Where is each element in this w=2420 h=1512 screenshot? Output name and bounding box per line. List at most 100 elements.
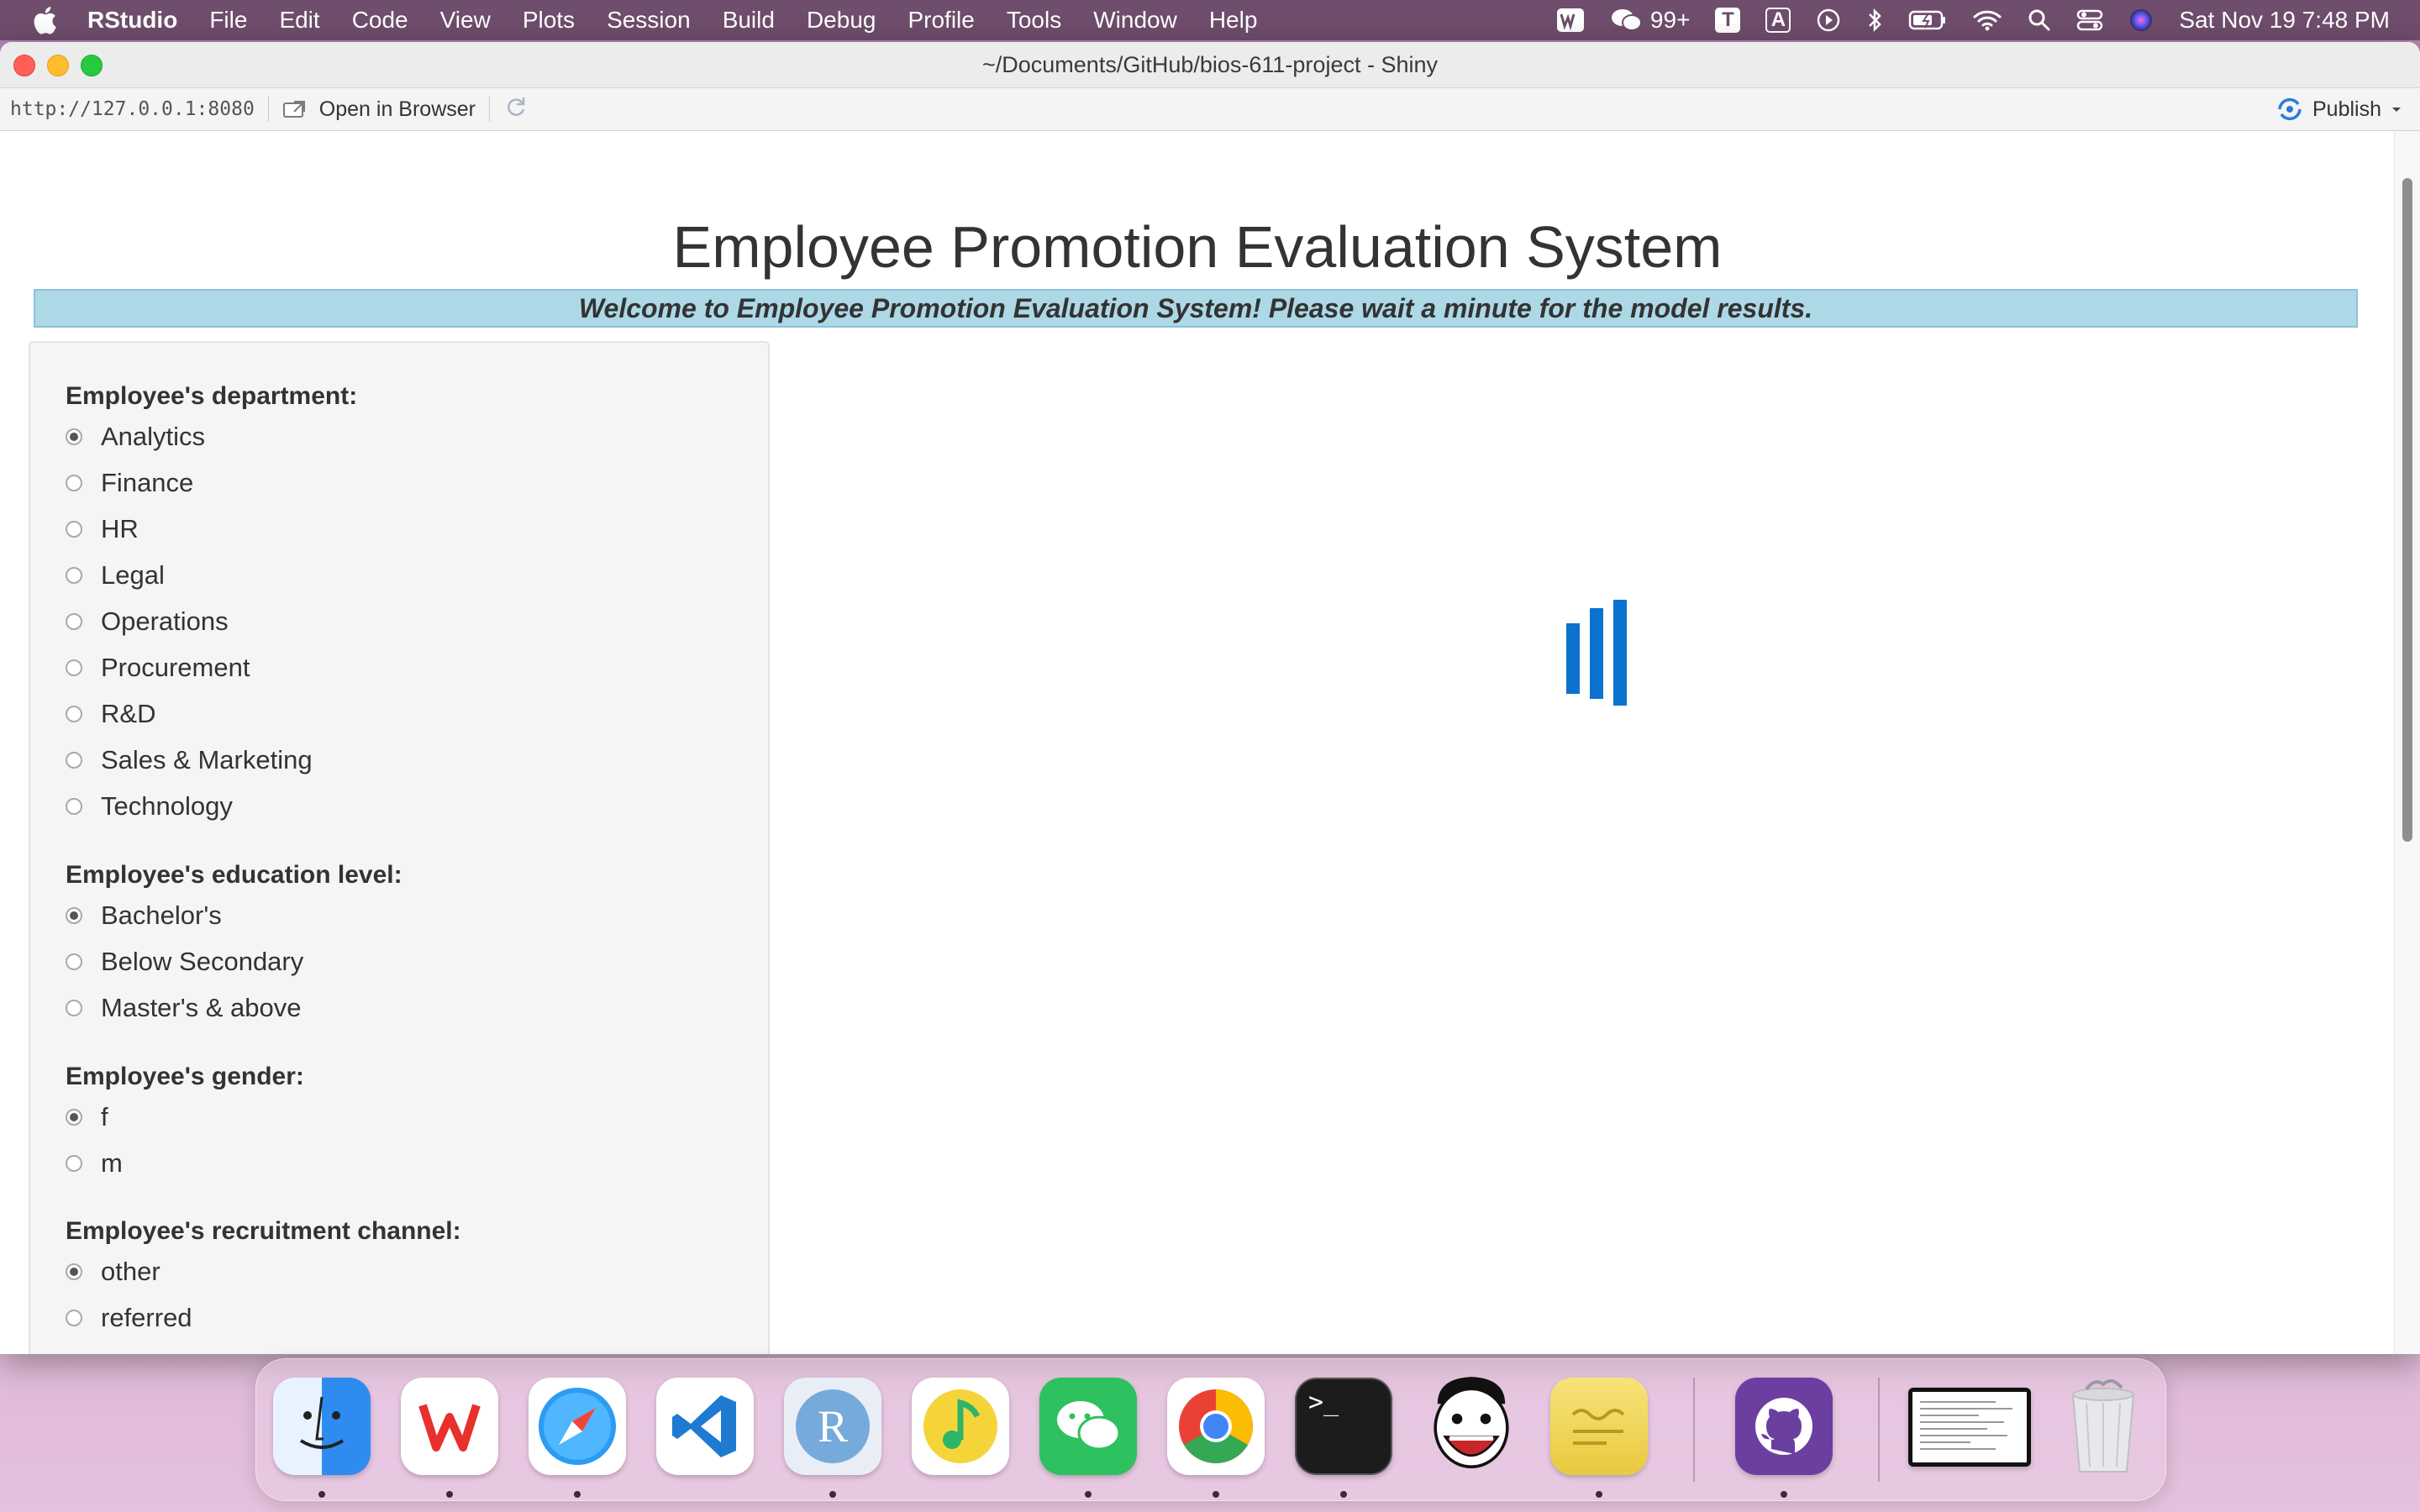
radio-button[interactable] xyxy=(66,751,82,769)
menu-app-name[interactable]: RStudio xyxy=(87,7,177,34)
spinner-bar xyxy=(1613,600,1627,706)
wechat-tray[interactable]: 99+ xyxy=(1610,7,1690,34)
publish-button[interactable]: Publish xyxy=(2275,88,2403,130)
github-desktop-icon[interactable] xyxy=(1735,1378,1833,1475)
radio-button[interactable] xyxy=(66,1108,82,1126)
window-title: ~/Documents/GitHub/bios-611-project - Sh… xyxy=(982,51,1438,77)
qq-music-icon[interactable] xyxy=(912,1378,1009,1475)
radio-button[interactable] xyxy=(66,428,82,445)
close-button[interactable] xyxy=(13,55,35,76)
open-in-browser-label: Open in Browser xyxy=(318,97,476,121)
wifi-icon[interactable] xyxy=(1972,8,2002,32)
radio-option-sourcing[interactable]: sourcing xyxy=(66,1341,461,1355)
safari-icon[interactable] xyxy=(529,1378,626,1475)
radio-button[interactable] xyxy=(66,659,82,676)
radio-option-below-secondary[interactable]: Below Secondary xyxy=(66,938,402,984)
siri-icon[interactable] xyxy=(2128,8,2154,33)
vscode-icon[interactable] xyxy=(656,1378,754,1475)
radio-option-f[interactable]: f xyxy=(66,1094,304,1140)
radio-label: Procurement xyxy=(101,652,250,682)
radio-option-other[interactable]: other xyxy=(66,1248,461,1294)
radio-button[interactable] xyxy=(66,1263,82,1280)
battery-icon[interactable] xyxy=(1908,9,1947,31)
department-radio-group: Employee's department: Analytics Finance… xyxy=(66,380,357,829)
viewer-toolbar: http://127.0.0.1:8080 Open in Browser Pu… xyxy=(0,88,2420,131)
input-source-icon[interactable]: A xyxy=(1765,8,1791,33)
cartoon-face-app-icon[interactable] xyxy=(1423,1377,1520,1475)
menu-tools[interactable]: Tools xyxy=(1007,7,1061,34)
gender-radio-group: Employee's gender: f m xyxy=(66,1060,304,1186)
radio-option-m[interactable]: m xyxy=(66,1140,304,1186)
vertical-scrollbar[interactable] xyxy=(2394,131,2420,1354)
search-icon[interactable] xyxy=(2028,8,2051,32)
menu-window[interactable]: Window xyxy=(1093,7,1177,34)
radio-option-technology[interactable]: Technology xyxy=(66,783,357,829)
radio-label: Bachelor's xyxy=(101,900,222,930)
menu-build[interactable]: Build xyxy=(723,7,775,34)
radio-button[interactable] xyxy=(66,520,82,538)
radio-option-bachelors[interactable]: Bachelor's xyxy=(66,892,402,938)
control-center-icon[interactable] xyxy=(2076,8,2103,32)
wps-office-icon[interactable] xyxy=(401,1378,498,1475)
menu-plots[interactable]: Plots xyxy=(523,7,575,34)
menu-file[interactable]: File xyxy=(209,7,247,34)
bluetooth-icon[interactable] xyxy=(1866,8,1883,33)
radio-button[interactable] xyxy=(66,999,82,1016)
radio-option-legal[interactable]: Legal xyxy=(66,552,357,598)
radio-button[interactable] xyxy=(66,1154,82,1172)
play-circle-icon[interactable] xyxy=(1816,8,1841,33)
chevron-down-icon[interactable] xyxy=(2390,104,2403,114)
text-tray-icon[interactable]: T xyxy=(1715,8,1741,33)
stickies-icon[interactable] xyxy=(1550,1378,1648,1475)
menu-session[interactable]: Session xyxy=(607,7,691,34)
running-indicator xyxy=(1085,1491,1092,1498)
menu-code[interactable]: Code xyxy=(352,7,408,34)
dock-divider xyxy=(1693,1378,1695,1482)
loading-spinner xyxy=(1566,600,1627,706)
minimize-button[interactable] xyxy=(47,55,69,76)
apple-icon[interactable] xyxy=(32,6,57,34)
rstudio-icon[interactable]: R xyxy=(784,1378,881,1475)
radio-option-masters[interactable]: Master's & above xyxy=(66,984,402,1031)
radio-option-finance[interactable]: Finance xyxy=(66,459,357,506)
radio-label: f xyxy=(101,1101,108,1131)
radio-button[interactable] xyxy=(66,474,82,491)
open-in-browser-button[interactable]: Open in Browser xyxy=(282,97,476,122)
browser-icon xyxy=(282,101,305,118)
app-url[interactable]: http://127.0.0.1:8080 xyxy=(10,98,255,120)
refresh-icon[interactable] xyxy=(503,94,529,125)
radio-option-hr[interactable]: HR xyxy=(66,506,357,552)
radio-button[interactable] xyxy=(66,797,82,815)
clock[interactable]: Sat Nov 19 7:48 PM xyxy=(2179,7,2390,34)
radio-option-analytics[interactable]: Analytics xyxy=(66,413,357,459)
trash-icon[interactable] xyxy=(2054,1378,2152,1475)
running-indicator xyxy=(1213,1491,1219,1498)
menu-profile[interactable]: Profile xyxy=(908,7,974,34)
radio-option-rd[interactable]: R&D xyxy=(66,690,357,737)
recruitment-label: Employee's recruitment channel: xyxy=(66,1217,461,1245)
radio-button[interactable] xyxy=(66,705,82,722)
radio-option-sales-marketing[interactable]: Sales & Marketing xyxy=(66,737,357,783)
wechat-app-icon[interactable] xyxy=(1039,1378,1137,1475)
finder-icon[interactable] xyxy=(273,1378,371,1475)
chrome-icon[interactable] xyxy=(1167,1378,1265,1475)
radio-button[interactable] xyxy=(66,1309,82,1326)
scrollbar-thumb[interactable] xyxy=(2402,178,2412,842)
terminal-icon[interactable]: >_ xyxy=(1295,1378,1392,1475)
radio-button[interactable] xyxy=(66,612,82,630)
wps-tray-icon[interactable] xyxy=(1556,8,1585,33)
radio-option-operations[interactable]: Operations xyxy=(66,598,357,644)
rstudio-letter: R xyxy=(818,1401,848,1452)
radio-button[interactable] xyxy=(66,566,82,584)
menu-debug[interactable]: Debug xyxy=(807,7,876,34)
menu-view[interactable]: View xyxy=(440,7,491,34)
radio-option-referred[interactable]: referred xyxy=(66,1294,461,1341)
minimized-window-thumbnail[interactable] xyxy=(1908,1388,2031,1467)
zoom-button[interactable] xyxy=(81,55,103,76)
title-bar[interactable]: ~/Documents/GitHub/bios-611-project - Sh… xyxy=(0,42,2420,88)
menu-help[interactable]: Help xyxy=(1209,7,1258,34)
radio-option-procurement[interactable]: Procurement xyxy=(66,644,357,690)
menu-edit[interactable]: Edit xyxy=(279,7,319,34)
radio-button[interactable] xyxy=(66,953,82,970)
radio-button[interactable] xyxy=(66,906,82,924)
